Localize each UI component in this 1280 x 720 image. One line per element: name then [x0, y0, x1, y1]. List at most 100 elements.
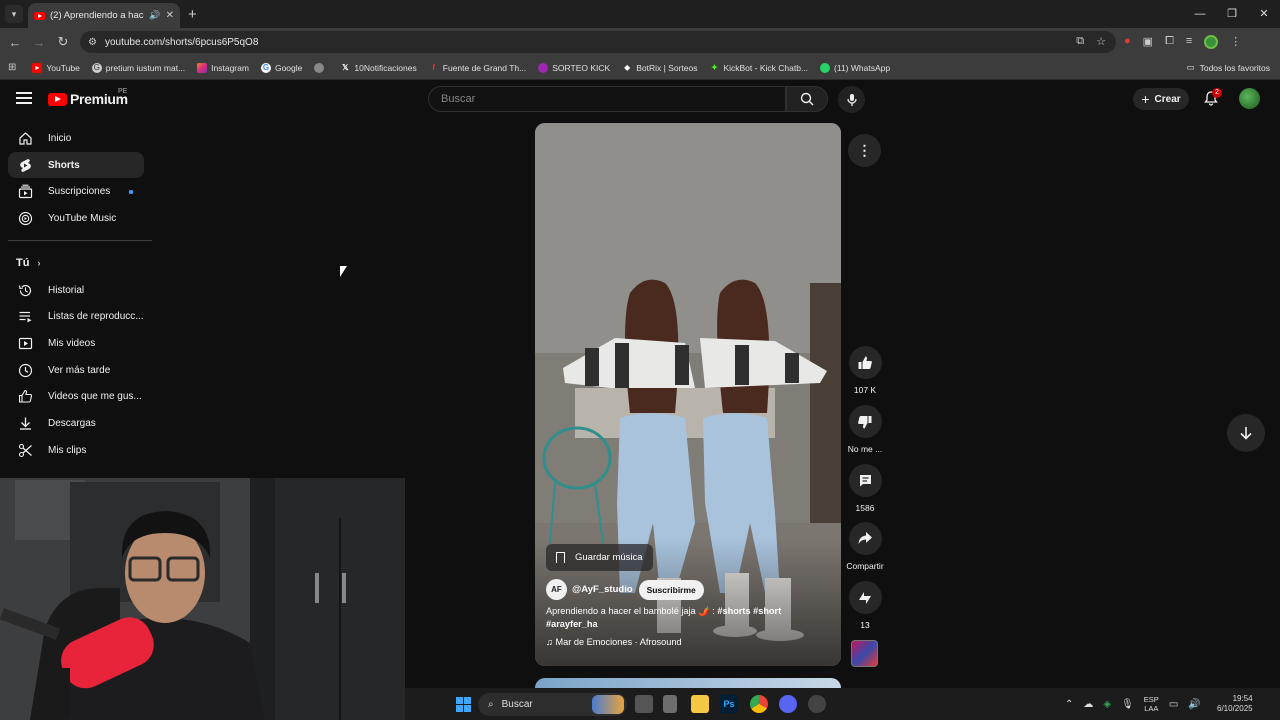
kickbot-icon: ✦	[711, 62, 718, 72]
dislike-action: No me ...	[842, 405, 888, 454]
comment-count: 1586	[855, 503, 875, 513]
bookmark-whatsapp[interactable]: (11) WhatsApp	[820, 62, 890, 73]
shorts-video-player[interactable]: Guardar música AF @AyF_studio Suscribirm…	[535, 123, 841, 666]
hashtags[interactable]: #shorts #short	[717, 606, 781, 616]
windows-taskbar: ⌕ Buscar Ps ⌃ ☁ ◈ 🎙 ESP LAA ▭ 🔊 19:54 6/1…	[405, 688, 1280, 720]
share-button[interactable]	[848, 522, 882, 555]
app-circle-icon[interactable]	[808, 695, 826, 713]
sidebar-section-tu[interactable]: Tú ›	[0, 249, 152, 277]
bookmark-x[interactable]: 𝕏 10Notificaciones	[340, 62, 417, 73]
sidebar-item-inicio[interactable]: Inicio	[8, 125, 144, 152]
windows-start-icon[interactable]	[456, 697, 471, 712]
media-control-icon[interactable]: ≡	[1186, 35, 1192, 49]
volume-icon[interactable]: 🔊	[1188, 699, 1200, 710]
dislike-button[interactable]	[848, 405, 882, 438]
next-short-button[interactable]	[1227, 414, 1265, 452]
chevron-up-icon[interactable]: ⌃	[1065, 699, 1073, 710]
bookmark-globe[interactable]	[314, 62, 328, 73]
sound-thumbnail[interactable]	[851, 640, 878, 667]
extension-record-icon[interactable]: ●	[1124, 35, 1131, 49]
search-button[interactable]	[786, 86, 828, 112]
sidebar-item-listas[interactable]: Listas de reproducc...	[8, 303, 144, 330]
save-music-button[interactable]: Guardar música	[546, 544, 653, 571]
channel-name[interactable]: @AyF_studio	[572, 584, 633, 595]
comments-button[interactable]	[848, 464, 882, 497]
account-avatar[interactable]	[1239, 88, 1260, 109]
photoshop-icon[interactable]: Ps	[720, 695, 738, 713]
shield-icon[interactable]: ◈	[1103, 699, 1111, 710]
new-tab-button[interactable]: +	[188, 6, 197, 23]
channel-avatar[interactable]: AF	[546, 579, 567, 600]
folder-icon: ▭	[1186, 62, 1195, 72]
share-label: Compartir	[846, 561, 884, 571]
sidebar-item-descargas[interactable]: Descargas	[8, 410, 144, 437]
discord-icon[interactable]	[779, 695, 797, 713]
forward-button[interactable]: →	[27, 35, 51, 50]
short-caption[interactable]: Aprendiendo a hacer el bambolé jaja 🌶️ :…	[546, 605, 806, 631]
browser-menu-icon[interactable]: ⋮	[1230, 35, 1241, 49]
sidebar-item-shorts[interactable]: Shorts	[8, 151, 144, 179]
speaker-icon[interactable]: 🔊	[149, 10, 160, 21]
music-track-link[interactable]: ♫ Mar de Emociones · Afrosound	[546, 637, 682, 647]
create-button[interactable]: + Crear	[1133, 88, 1189, 110]
sidebar-item-historial[interactable]: Historial	[8, 277, 144, 304]
reload-button[interactable]: ↻	[51, 34, 75, 50]
minimize-button[interactable]: —	[1184, 0, 1216, 28]
close-window-button[interactable]: ✕	[1248, 0, 1280, 28]
install-app-icon[interactable]: ⧉	[1076, 35, 1084, 48]
sidebar-item-youtube-music[interactable]: YouTube Music	[8, 205, 144, 232]
all-bookmarks-folder[interactable]: ▭ Todos los favoritos	[1187, 62, 1270, 73]
search-input[interactable]: Buscar	[428, 86, 786, 112]
menu-hamburger-icon[interactable]	[16, 92, 32, 104]
app-icon[interactable]	[663, 695, 677, 713]
hashtag-arayfer[interactable]: #arayfer_ha	[546, 619, 598, 629]
back-button[interactable]: ←	[3, 35, 27, 50]
voice-search-button[interactable]	[838, 86, 865, 113]
apps-grid-icon[interactable]: ⊞	[8, 62, 16, 73]
sidebar-item-mis-clips[interactable]: Mis clips	[8, 437, 144, 464]
browser-tab-active[interactable]: (2) Aprendiendo a hacer el 🔊 ✕	[28, 3, 180, 28]
sidebar-item-mis-videos[interactable]: Mis videos	[8, 330, 144, 357]
subscribe-button[interactable]: Suscribirme	[638, 579, 704, 600]
display-icon[interactable]: ▭	[1169, 699, 1178, 710]
sidebar-item-ver-mas-tarde[interactable]: Ver más tarde	[8, 357, 144, 384]
music-note-icon: ♫	[546, 637, 553, 647]
microphone-icon[interactable]: 🎙	[1121, 699, 1134, 710]
file-explorer-icon[interactable]	[691, 695, 709, 713]
thumbs-down-icon	[858, 415, 872, 428]
close-tab-icon[interactable]: ✕	[166, 10, 174, 21]
site-info-icon[interactable]: ⚙	[88, 37, 97, 48]
like-button[interactable]	[848, 346, 882, 379]
language-indicator[interactable]: ESP LAA	[1144, 695, 1159, 713]
extensions-puzzle-icon[interactable]: ⧠	[1165, 35, 1174, 49]
tab-search-button[interactable]: ▾	[5, 5, 23, 23]
taskbar-search[interactable]: ⌕ Buscar	[478, 693, 627, 716]
webcam-overlay	[0, 478, 405, 720]
extension-icon[interactable]: ▣	[1143, 35, 1153, 49]
bookmark-sorteo-kick[interactable]: SORTEO KICK	[538, 62, 610, 73]
bookmark-gta[interactable]: f Fuente de Grand Th...	[429, 63, 526, 73]
cloud-icon[interactable]: ☁	[1083, 699, 1093, 710]
taskbar-clock[interactable]: 19:54 6/10/2025	[1217, 694, 1253, 714]
sidebar-item-videos-gustan[interactable]: Videos que me gus...	[8, 384, 144, 411]
restore-button[interactable]: ❐	[1216, 0, 1248, 28]
youtube-premium-logo[interactable]: Premium PE	[48, 88, 128, 107]
chrome-icon[interactable]	[750, 695, 768, 713]
globe-icon	[314, 62, 325, 73]
youtube-icon: ▸	[32, 62, 43, 73]
bookmark-botrix[interactable]: ◆ BotRix | Sorteos	[622, 63, 697, 73]
bookmark-star-icon[interactable]: ☆	[1096, 35, 1106, 48]
remix-button[interactable]	[848, 581, 882, 614]
bookmark-pretium[interactable]: Gpretium iustum mat...	[91, 62, 185, 73]
profile-avatar[interactable]	[1204, 35, 1219, 49]
bookmark-google[interactable]: G Google	[260, 62, 302, 73]
more-options-button[interactable]: ⋮	[848, 134, 881, 167]
task-view-icon[interactable]	[635, 695, 653, 713]
bookmark-instagram[interactable]: Instagram	[197, 62, 249, 73]
bookmark-kickbot[interactable]: ✦ KickBot - Kick Chatb...	[709, 63, 808, 73]
bookmark-youtube[interactable]: ▸ YouTube	[32, 62, 80, 73]
omnibox[interactable]: ⚙ youtube.com/shorts/6pcus6P5qO8 ⧉ ☆	[80, 31, 1116, 53]
x-icon: 𝕏	[342, 62, 349, 72]
sidebar-item-suscripciones[interactable]: Suscripciones	[8, 178, 144, 205]
share-arrow-icon	[858, 532, 872, 544]
